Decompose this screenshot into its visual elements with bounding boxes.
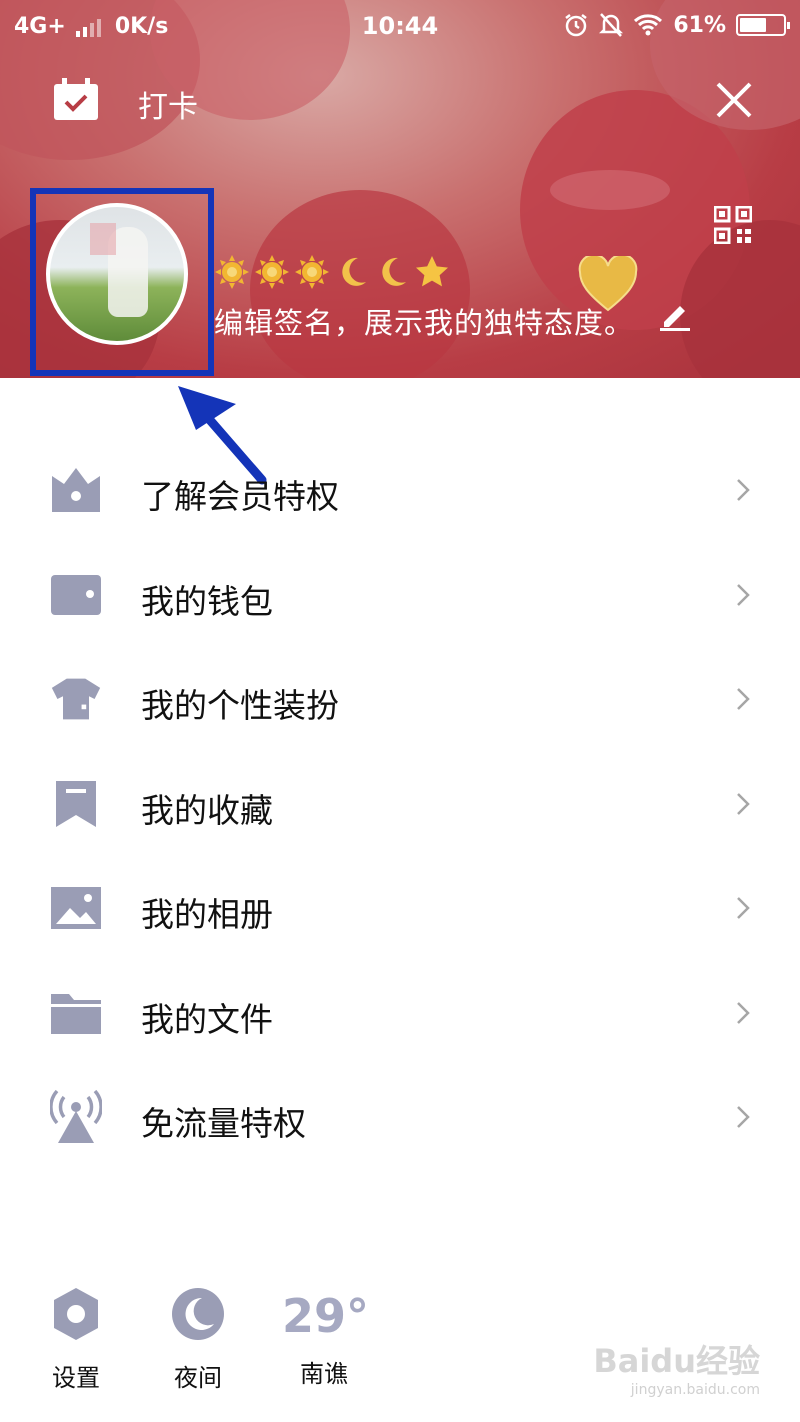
weather-widget[interactable]: 29° 南谯 (282, 1286, 370, 1389)
temperature: 29° (282, 1289, 370, 1343)
chevron-right-icon (737, 583, 750, 606)
menu-item-files[interactable]: 我的文件 (0, 961, 800, 1066)
menu-label: 我的钱包 (141, 581, 273, 621)
city-label: 南谯 (300, 1360, 348, 1388)
menu-item-favorites[interactable]: 我的收藏 (0, 752, 800, 857)
menu-item-free-data[interactable]: 免流量特权 (0, 1065, 800, 1170)
chevron-right-icon (737, 1001, 750, 1024)
menu-label: 我的个性装扮 (141, 686, 339, 725)
watermark: Baidu经验 jingyan.baidu.com (593, 1336, 760, 1398)
bookmark-icon (50, 778, 102, 830)
menu-item-theme[interactable]: 我的个性装扮 (0, 647, 800, 752)
night-label: 夜间 (174, 1364, 222, 1392)
chevron-right-icon (737, 792, 750, 815)
watermark-brand: Baidu经验 (593, 1342, 760, 1380)
settings-label: 设置 (52, 1364, 100, 1392)
settings-button[interactable]: 设置 (46, 1286, 106, 1393)
chevron-right-icon (737, 688, 750, 710)
tshirt-icon (50, 673, 102, 725)
moon-icon (172, 1288, 224, 1340)
menu-item-wallet[interactable]: 我的钱包 (0, 543, 800, 648)
menu-label: 我的收藏 (141, 790, 273, 830)
annotation-arrow (178, 386, 267, 485)
chevron-right-icon (737, 1106, 750, 1128)
night-mode-button[interactable]: 夜间 (168, 1286, 228, 1393)
menu-item-vip[interactable]: 了解会员特权 (0, 438, 800, 543)
signal-tower-icon (50, 1089, 102, 1143)
crown-icon (50, 464, 102, 516)
menu-label: 我的相册 (141, 895, 273, 934)
menu-label: 了解会员特权 (141, 477, 339, 516)
photo-icon (50, 882, 102, 934)
menu-label: 免流量特权 (141, 1104, 306, 1143)
menu-item-album[interactable]: 我的相册 (0, 856, 800, 961)
watermark-url: jingyan.baidu.com (630, 1382, 760, 1398)
chevron-right-icon (737, 897, 750, 919)
menu-list: 了解会员特权 我的钱包 我的个性装扮 我的收藏 我的相册 我的文件 免流量特权 (0, 438, 800, 1170)
gear-icon (54, 1288, 98, 1340)
menu-label: 我的文件 (141, 999, 273, 1039)
wallet-icon (50, 569, 102, 621)
folder-icon (50, 987, 102, 1039)
chevron-right-icon (737, 479, 750, 501)
